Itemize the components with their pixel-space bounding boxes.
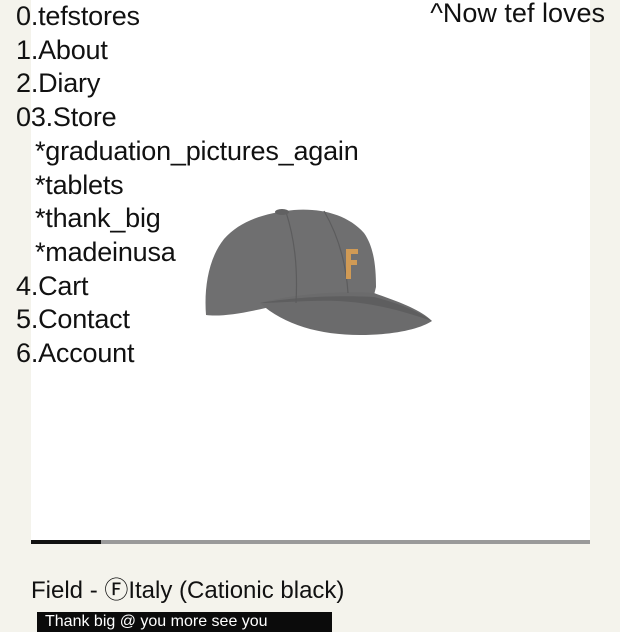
nav-item-contact[interactable]: 5.Contact xyxy=(16,303,359,337)
gallery-progress-bar[interactable] xyxy=(31,540,590,544)
nav-subitem-thank-big[interactable]: *thank_big xyxy=(16,202,359,236)
announcement-bar[interactable]: Thank big @ you more see you xyxy=(37,612,332,632)
nav-subitem-madeinusa[interactable]: *madeinusa xyxy=(16,236,359,270)
nav-subitem-tablets[interactable]: *tablets xyxy=(16,169,359,203)
now-tef-loves-link[interactable]: ^Now tef loves xyxy=(430,0,605,27)
nav-item-account[interactable]: 6.Account xyxy=(16,337,359,371)
nav-item-about[interactable]: 1.About xyxy=(16,34,359,68)
gallery-progress-fill xyxy=(31,540,101,544)
nav-item-diary[interactable]: 2.Diary xyxy=(16,67,359,101)
site-navigation: 0.tefstores 1.About 2.Diary 03.Store *gr… xyxy=(16,0,359,371)
nav-item-home[interactable]: 0.tefstores xyxy=(16,0,359,34)
product-title: Field - ⒻItaly (Cationic black) xyxy=(31,577,345,604)
nav-subitem-graduation-pictures-again[interactable]: *graduation_pictures_again xyxy=(16,135,359,169)
nav-item-cart[interactable]: 4.Cart xyxy=(16,270,359,304)
nav-item-store[interactable]: 03.Store xyxy=(16,101,359,135)
